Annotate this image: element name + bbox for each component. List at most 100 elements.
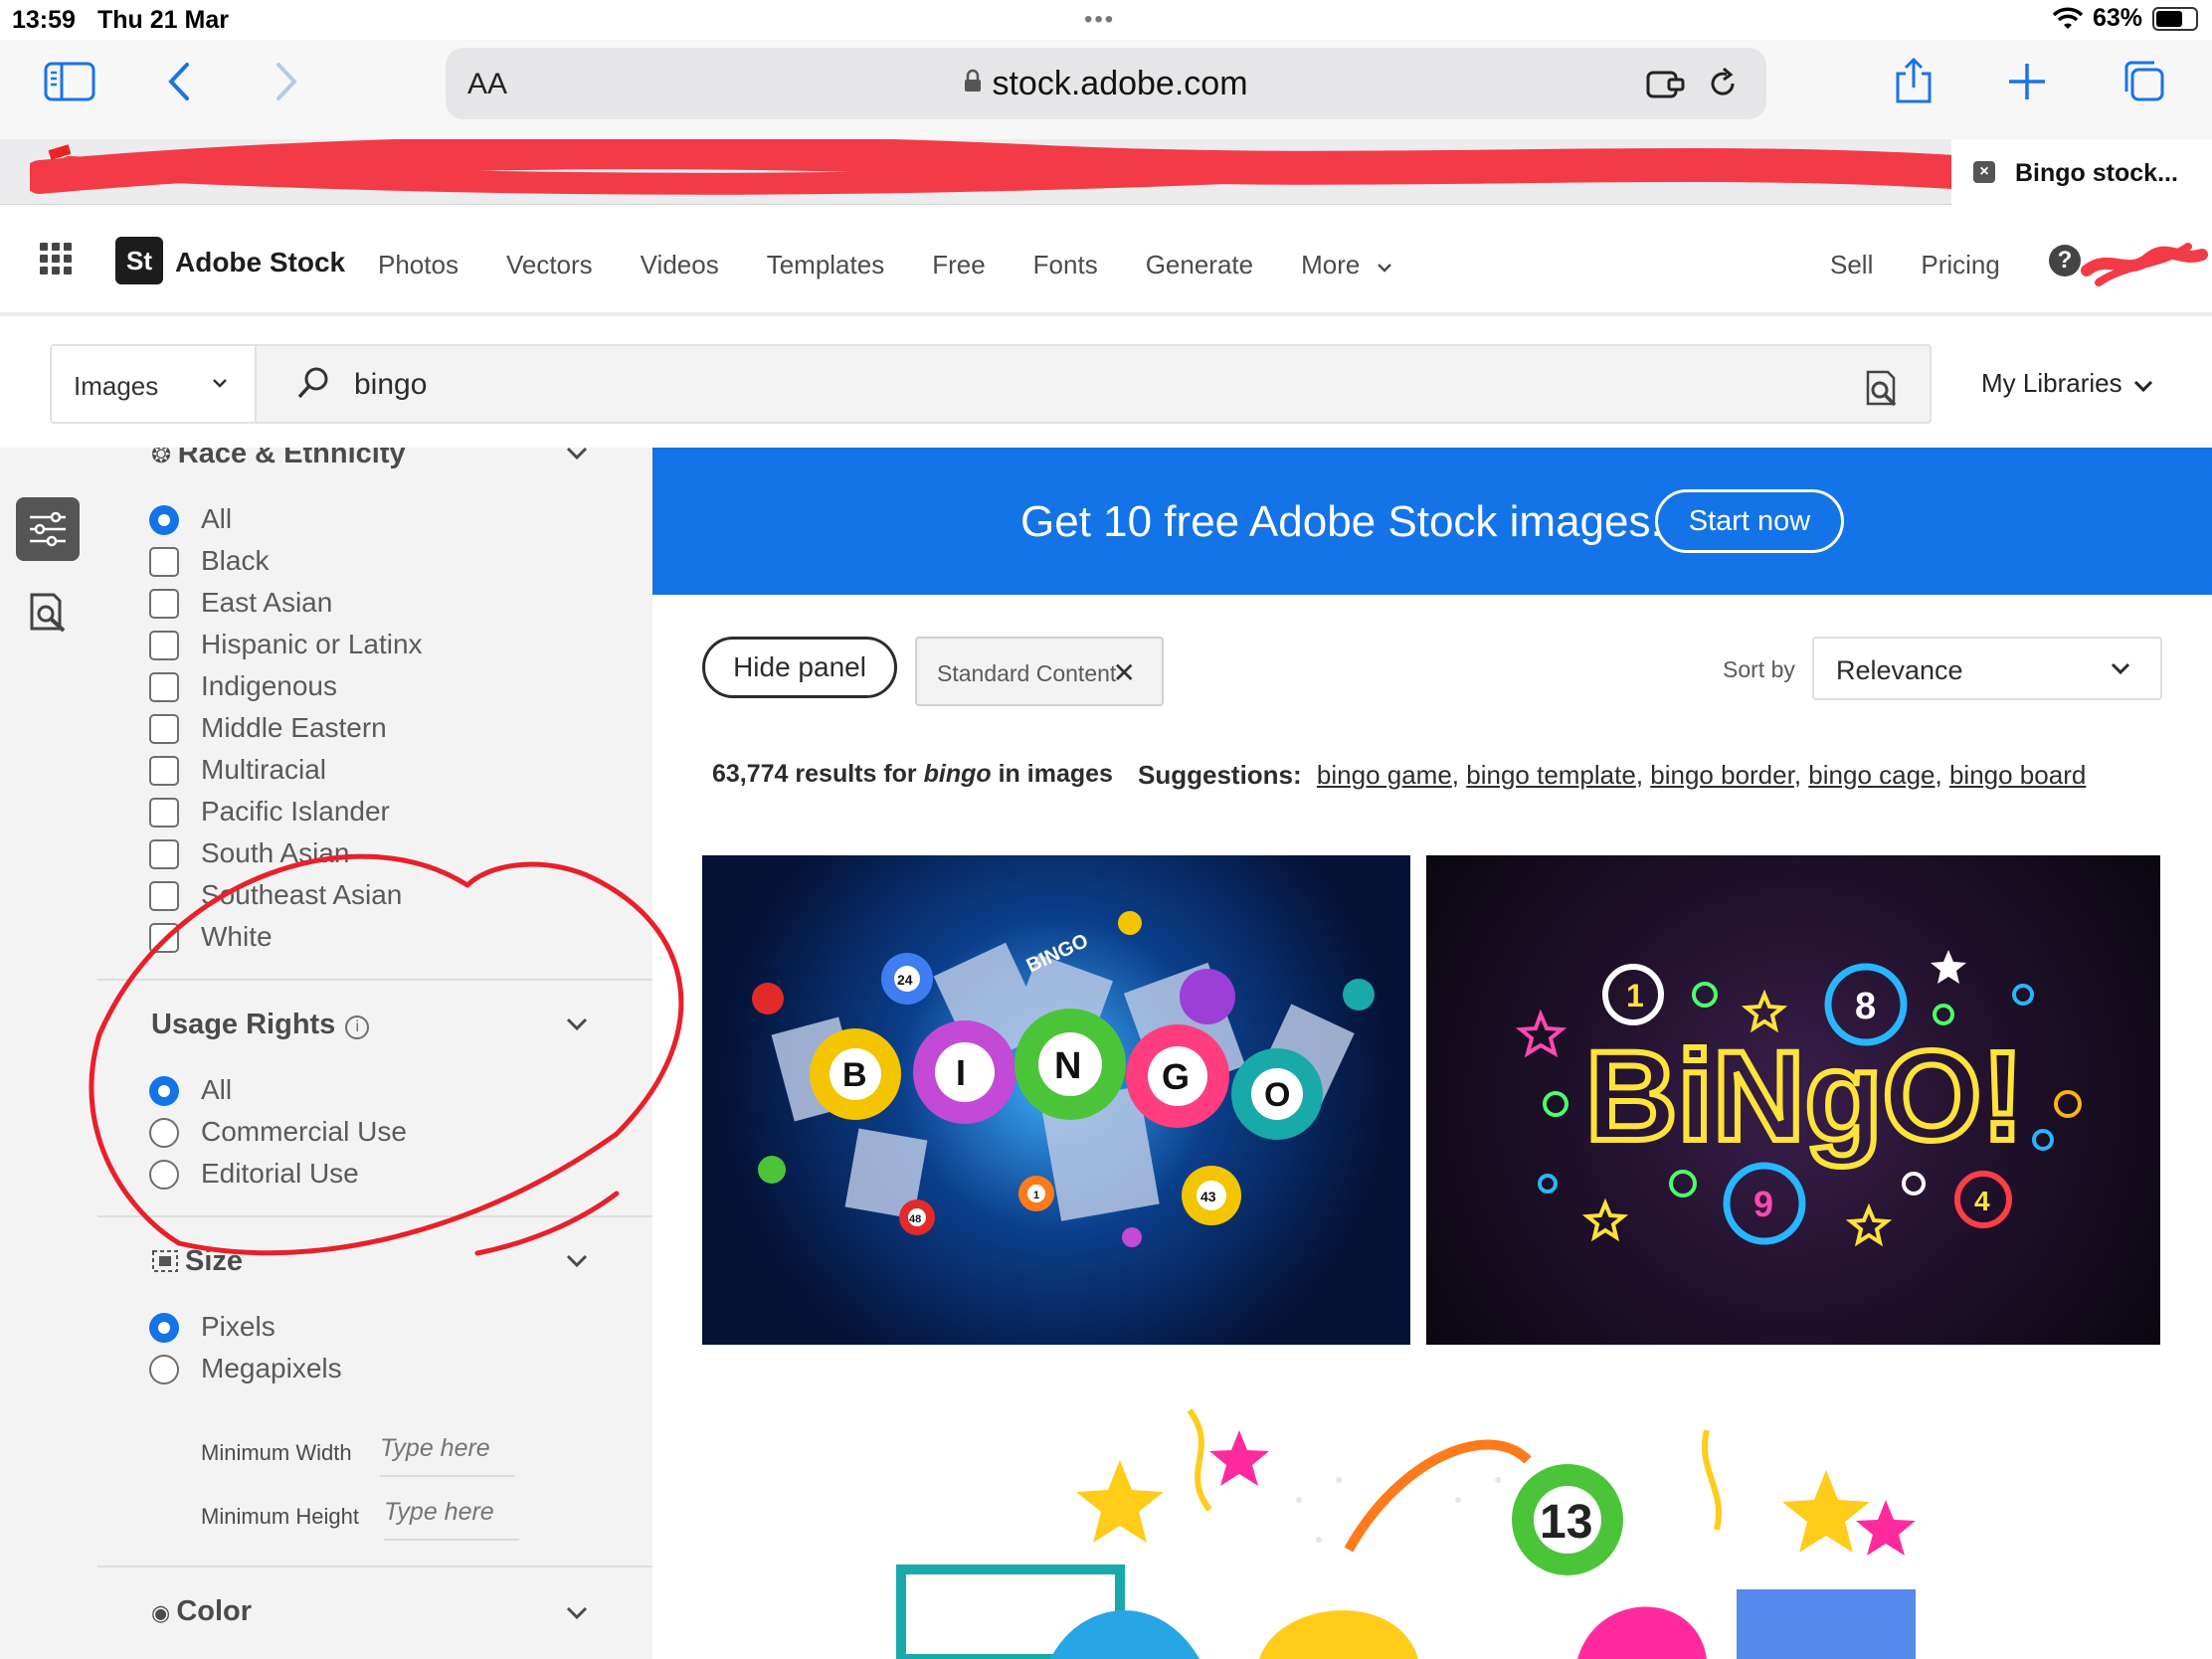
tab-active[interactable]: × Bingo stock... [1951,139,2212,205]
main-nav: Photos Vectors Videos Templates Free Fon… [378,250,1441,280]
race-option-label: Pacific Islander [201,796,390,827]
nav-photos[interactable]: Photos [378,250,459,280]
size-option-label: Pixels [201,1311,276,1342]
ball-letter: G [1162,1056,1190,1097]
chevron-down-icon[interactable] [565,448,589,461]
ball-letter: I [956,1052,966,1093]
tabs-overview-icon[interactable] [2120,60,2166,103]
section-divider [97,1566,652,1567]
back-icon[interactable] [167,62,191,101]
checkbox[interactable] [149,798,179,828]
race-option-label: Indigenous [201,670,338,701]
race-option-east-asian[interactable]: East Asian [149,587,332,619]
size-option-pixels[interactable]: Pixels [149,1311,276,1343]
race-option-indigenous[interactable]: Indigenous [149,670,338,702]
nav-pricing[interactable]: Pricing [1921,250,1999,280]
race-option-label: Black [201,545,270,576]
brand-name[interactable]: Adobe Stock [175,247,345,278]
min-height-label: Minimum Height [201,1504,359,1529]
radio[interactable] [149,1355,179,1384]
nav-templates[interactable]: Templates [767,250,885,280]
app-switcher-icon[interactable] [40,243,72,275]
neon-number: 4 [1974,1186,1990,1216]
extension-icon[interactable] [1645,68,1687,101]
race-option-middle-eastern[interactable]: Middle Eastern [149,712,387,744]
radio-selected[interactable] [149,1313,179,1343]
ball-letter: N [1054,1045,1081,1087]
ball-number: 24 [897,972,913,988]
results-query: bingo [923,760,992,788]
reload-icon[interactable] [1705,66,1741,101]
result-thumbnail[interactable]: BINGO B I N G O 24 48 43 1 [702,855,1410,1345]
chevron-down-icon[interactable] [565,1605,589,1621]
ball-number: 13 [1540,1496,1592,1549]
sidebar-icon[interactable] [44,62,95,101]
suggestions: Suggestions: bingo game, bingo template,… [1138,760,2087,790]
visual-search-icon[interactable] [1862,368,1900,408]
result-thumbnail[interactable]: BiNgO! 1 8 9 4 [1426,855,2160,1345]
size-option-megapixels[interactable]: Megapixels [149,1353,342,1384]
battery-icon [2152,6,2198,31]
suggestion-link[interactable]: bingo template [1466,760,1636,790]
tab-strip: × Bingo stock... [0,139,2212,205]
close-icon[interactable]: ✕ [1113,656,1136,689]
close-tab-icon[interactable]: × [1973,161,1995,183]
nav-more[interactable]: More [1301,250,1392,280]
redaction-scribble-avatar [2081,243,2208,286]
content-type-select[interactable]: Images [52,346,257,422]
hide-panel-button[interactable]: Hide panel [702,637,897,698]
nav-free[interactable]: Free [932,250,985,280]
nav-generate[interactable]: Generate [1146,250,1253,280]
my-libraries-button[interactable]: My Libraries [1981,368,2154,399]
ball-number: 48 [909,1213,921,1225]
start-now-button[interactable]: Start now [1655,489,1844,553]
min-height-input[interactable] [384,1498,519,1541]
visual-search-rail-icon[interactable] [28,593,68,633]
race-option-pacific-islander[interactable]: Pacific Islander [149,796,390,828]
status-right: 63% [2052,4,2198,33]
help-icon[interactable]: ? [2049,245,2081,276]
race-icon: ❂ [151,448,178,468]
race-option-hispanic[interactable]: Hispanic or Latinx [149,629,423,660]
radio-selected[interactable] [149,505,179,535]
sort-select[interactable]: Relevance [1812,637,2162,700]
result-thumbnail[interactable]: 13 [702,1361,2160,1659]
checkbox[interactable] [149,631,179,660]
share-icon[interactable] [1894,56,1934,105]
min-width-input[interactable] [380,1434,515,1477]
checkbox[interactable] [149,589,179,619]
race-section-title[interactable]: ❂ Race & Ethnicity [151,448,406,470]
adobe-stock-logo[interactable]: St [115,237,163,284]
url-host: stock.adobe.com [446,65,1766,103]
nav-fonts[interactable]: Fonts [1033,250,1098,280]
nav-videos[interactable]: Videos [641,250,719,280]
checkbox[interactable] [149,714,179,744]
race-option-black[interactable]: Black [149,545,270,577]
status-time: 13:59 [12,6,76,34]
suggestion-link[interactable]: bingo board [1949,760,2086,790]
race-option-all[interactable]: All [149,503,232,535]
suggestion-link[interactable]: bingo game [1317,760,1452,790]
nav-sell[interactable]: Sell [1830,250,1873,280]
neon-number: 8 [1855,986,1876,1027]
race-option-multiracial[interactable]: Multiracial [149,754,326,786]
nav-vectors[interactable]: Vectors [506,250,593,280]
checkbox[interactable] [149,547,179,577]
standard-content-chip[interactable]: Standard Content ✕ [915,637,1164,706]
suggestion-link[interactable]: bingo cage [1808,760,1935,790]
color-section-title[interactable]: ◉ Color [151,1595,252,1628]
content-type-value: Images [74,371,159,401]
address-bar[interactable]: AA stock.adobe.com [446,48,1766,119]
filters-toggle-button[interactable] [16,497,80,561]
battery-percent: 63% [2092,4,2142,32]
forward-icon[interactable] [275,62,298,101]
checkbox[interactable] [149,756,179,786]
search-row: Images bingo My Libraries [0,320,2212,448]
multitask-dots-icon[interactable]: ••• [1084,6,1115,34]
eye-icon: ◉ [151,1600,177,1625]
new-tab-icon[interactable] [2007,62,2047,101]
size-option-label: Megapixels [201,1353,342,1383]
checkbox[interactable] [149,672,179,702]
search-input[interactable]: bingo [354,368,427,402]
suggestion-link[interactable]: bingo border [1650,760,1794,790]
